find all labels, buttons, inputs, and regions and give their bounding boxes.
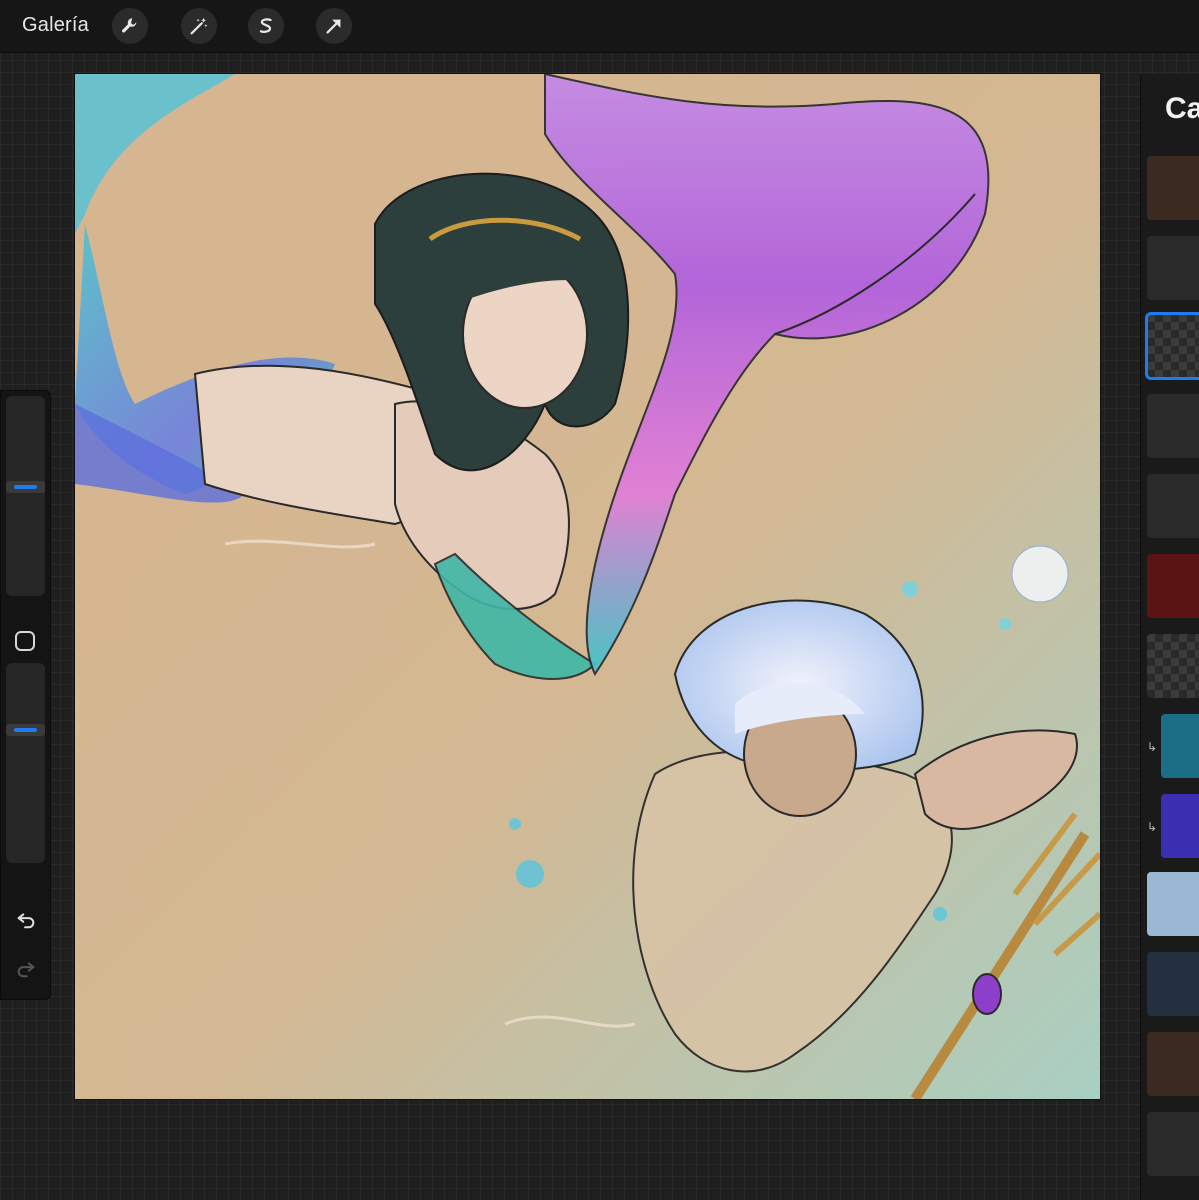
layer-thumbnail-selected[interactable] <box>1145 312 1199 380</box>
layers-panel-title: Capas <box>1165 92 1199 125</box>
layer-thumbnail[interactable] <box>1147 236 1199 300</box>
layer-thumbnail[interactable] <box>1147 634 1199 698</box>
brush-opacity-slider[interactable] <box>6 663 45 863</box>
redo-button[interactable] <box>13 955 39 981</box>
undo-button[interactable] <box>13 906 39 932</box>
wrench-icon <box>122 18 137 33</box>
layer-thumbnail[interactable] <box>1147 872 1199 936</box>
selection-s-icon <box>259 18 272 33</box>
layer-thumbnail[interactable] <box>1147 952 1199 1016</box>
redo-icon <box>17 962 35 978</box>
gallery-button[interactable]: Galería <box>22 14 89 37</box>
layer-thumbnail[interactable] <box>1147 1032 1199 1096</box>
top-toolbar: Galería <box>0 0 1199 53</box>
brush-sidebar <box>0 390 51 1000</box>
layer-thumbnail[interactable] <box>1147 156 1199 220</box>
magic-wand-icon <box>190 17 208 35</box>
undo-icon <box>17 913 35 929</box>
transform-button[interactable] <box>316 8 352 44</box>
brush-size-slider[interactable] <box>6 396 45 596</box>
modify-button[interactable] <box>15 631 35 651</box>
transform-arrow-icon <box>326 19 341 34</box>
drawing-canvas[interactable] <box>75 74 1100 1099</box>
artwork-illustration <box>75 74 1100 1099</box>
actions-wrench-button[interactable] <box>112 8 148 44</box>
selection-button[interactable] <box>248 8 284 44</box>
layer-thumbnail[interactable] <box>1147 474 1199 538</box>
clipping-mask-icon: ↳ <box>1147 740 1158 754</box>
brush-size-slider-thumb[interactable] <box>6 481 45 493</box>
layer-thumbnail[interactable] <box>1147 554 1199 618</box>
adjustments-button[interactable] <box>181 8 217 44</box>
layers-panel: Capas ↳ ↳ <box>1140 74 1199 1200</box>
layer-thumbnail[interactable] <box>1147 1112 1199 1176</box>
layer-thumbnail[interactable] <box>1161 714 1199 778</box>
layer-thumbnail[interactable] <box>1161 794 1199 858</box>
layer-thumbnail[interactable] <box>1147 394 1199 458</box>
clipping-mask-icon: ↳ <box>1147 820 1158 834</box>
brush-opacity-slider-thumb[interactable] <box>6 724 45 736</box>
